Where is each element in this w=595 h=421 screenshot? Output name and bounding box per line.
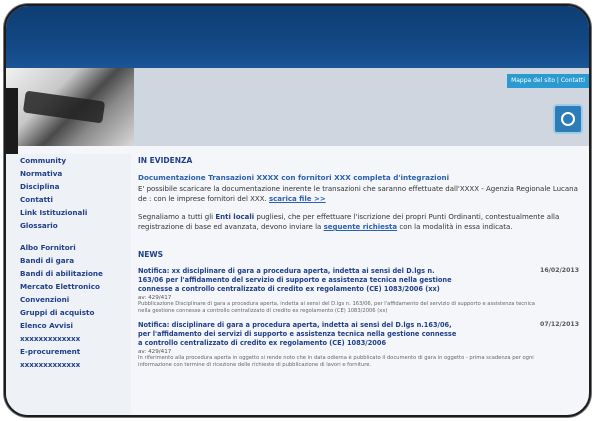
evidence-para2-bold: Enti locali: [215, 213, 255, 221]
sidebar-item-convenzioni[interactable]: Convenzioni: [6, 293, 131, 306]
sidebar-item-albo-fornitori[interactable]: Albo Fornitori: [6, 241, 131, 254]
sidebar-item-bandi-di-abilitazione[interactable]: Bandi di abilitazione: [6, 267, 131, 280]
sidebar-item-glossario[interactable]: Glossario: [6, 219, 131, 232]
evidence-para2-text: Segnaliamo a tutti gli: [138, 213, 214, 221]
news-section-title: NEWS: [138, 250, 164, 259]
news-item-title[interactable]: Notifica: xx disciplinare di gara a proc…: [138, 267, 458, 294]
sidebar-item-link-istituzionali[interactable]: Link Istituzionali: [6, 206, 131, 219]
evidence-headline-link[interactable]: Documentazione Transazioni XXXX con forn…: [138, 173, 579, 182]
news-item: Notifica: xx disciplinare di gara a proc…: [138, 267, 579, 315]
sidebar-item-bandi-di-gara[interactable]: Bandi di gara: [6, 254, 131, 267]
news-item-date: 07/12/2013: [540, 321, 579, 328]
evidence-paragraph-2: Segnaliamo a tutti gli Enti locali pugli…: [138, 212, 579, 232]
news-item-date: 16/02/2013: [540, 267, 579, 274]
sidebar-item-gruppi-di-acquisto[interactable]: Gruppi di acquisto: [6, 306, 131, 319]
sidebar-item-placeholder-2[interactable]: xxxxxxxxxxxxx: [6, 358, 131, 371]
evidence-para2-mid: pugliesi, che per effettuare l'iscrizion…: [256, 213, 391, 221]
sidebar-item-elenco-avvisi[interactable]: Elenco Avvisi: [6, 319, 131, 332]
news-item-title[interactable]: Notifica: disciplinare di gara a procedu…: [138, 321, 458, 348]
header-photo: [6, 68, 134, 146]
news-item-body: In riferimento alla procedura aperta in …: [138, 355, 534, 368]
sidebar-item-mercato-elettronico[interactable]: Mercato Elettronico: [6, 280, 131, 293]
accessibility-icon[interactable]: [553, 104, 583, 134]
sidebar-item-disciplina[interactable]: Disciplina: [6, 180, 131, 193]
evidence-paragraph-1: E' possibile scaricare la documentazione…: [138, 184, 579, 204]
evidence-section-title: IN EVIDENZA: [138, 156, 193, 165]
sidebar-item-placeholder-1[interactable]: xxxxxxxxxxxxx: [6, 332, 131, 345]
site-header-banner: [6, 6, 589, 68]
sidebar-item-community[interactable]: Community: [6, 154, 131, 167]
sidebar-item-normativa[interactable]: Normativa: [6, 167, 131, 180]
request-form-link[interactable]: seguente richiesta: [324, 223, 398, 231]
site-map-button[interactable]: Mappa del sito | Contatti: [507, 74, 589, 88]
sidebar-item-contatti[interactable]: Contatti: [6, 193, 131, 206]
browser-frame: Mappa del sito | Contatti Community Norm…: [4, 4, 591, 417]
news-item: Notifica: disciplinare di gara a procedu…: [138, 321, 579, 369]
sidebar-item-e-procurement[interactable]: E-procurement: [6, 345, 131, 358]
sidebar-nav: Community Normativa Disciplina Contatti …: [6, 154, 131, 415]
evidence-para2-tail: con la modalità in essa indicata.: [399, 223, 513, 231]
news-item-body: Pubblicazione Disciplinare di gara a pro…: [138, 301, 535, 314]
main-content: IN EVIDENZA Documentazione Transazioni X…: [138, 156, 579, 415]
evidence-para1-text-end: : con le imprese fornitori del XXX.: [148, 195, 267, 203]
header-image-strip: [6, 68, 589, 146]
download-file-link[interactable]: scarica file >>: [269, 195, 326, 203]
